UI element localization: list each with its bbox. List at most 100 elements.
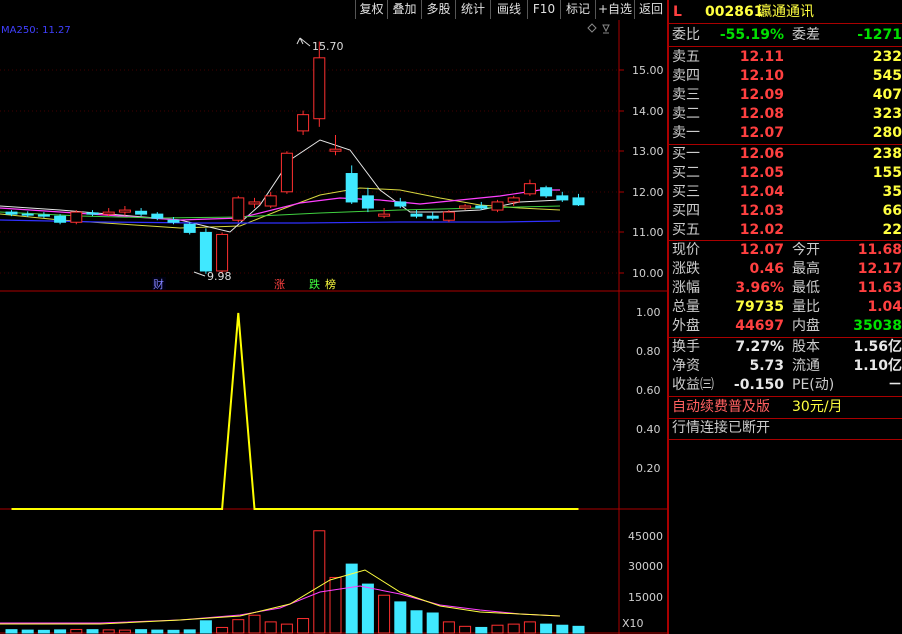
diamond-icon[interactable] (587, 23, 597, 33)
price-tick: 10.00 (632, 267, 664, 280)
toolbar-diejia-button[interactable]: 叠加 (387, 0, 421, 19)
volume-bar (86, 629, 99, 634)
stock-flag: L (673, 4, 682, 20)
volume-bar (394, 601, 407, 634)
candle-body[interactable] (54, 215, 67, 223)
candle-body[interactable] (248, 201, 261, 205)
connection-status: 行情连接已断开 (672, 420, 770, 436)
candle-body[interactable] (540, 187, 553, 197)
candle-body[interactable] (37, 214, 50, 217)
indicator-tick: 1.00 (636, 306, 661, 319)
volume-bar (135, 629, 148, 634)
candle-body[interactable] (297, 114, 310, 132)
toolbar-huaxian-button[interactable]: 画线 (490, 0, 527, 19)
candle-body[interactable] (232, 197, 245, 221)
promo-price[interactable]: 30元/月 (792, 398, 843, 417)
candle-body[interactable] (151, 213, 164, 219)
event-cai-marker[interactable]: 财 (153, 277, 164, 291)
candle-body[interactable] (491, 201, 504, 211)
candle-body[interactable] (118, 209, 131, 213)
volume-bar (118, 629, 131, 634)
volume-bar (313, 530, 326, 634)
candle-body[interactable] (459, 205, 472, 209)
candle-body[interactable] (410, 213, 423, 217)
triangle-down-icon[interactable] (602, 24, 610, 33)
toolbar-tongji-button[interactable]: 统计 (455, 0, 490, 19)
volume-tick: 45000 (628, 530, 663, 543)
volume-bar (426, 612, 439, 634)
indicator-tick: 0.60 (636, 384, 661, 397)
volume-bar (216, 626, 229, 634)
volume-bar (523, 621, 536, 634)
volume-bar (54, 629, 67, 634)
candle-body[interactable] (70, 211, 83, 223)
toolbar-biaoji-button[interactable]: 标记 (560, 0, 595, 19)
chart-toolbar: 复权 叠加 多股 统计 画线 F10 标记 +自选 返回 (0, 0, 667, 20)
candle-body[interactable] (329, 148, 342, 152)
volume-bar (475, 626, 488, 634)
svg-text:15.70: 15.70 (312, 40, 344, 53)
indicator-tick: 0.40 (636, 423, 661, 436)
toolbar-fuquan-button[interactable]: 复权 (355, 0, 387, 19)
indicator-tick: 0.80 (636, 345, 661, 358)
chart-area[interactable]: MA250: 11.27 15.00 14.00 13.00 12.00 11.… (0, 20, 667, 634)
indicator-line (11, 312, 579, 510)
candle-body[interactable] (572, 197, 585, 206)
volume-bar (232, 619, 245, 634)
promo-row[interactable]: 自动续费普及版 30元/月 (672, 398, 902, 417)
candle-body[interactable] (102, 211, 115, 215)
volume-bar (572, 625, 585, 634)
toolbar-duogu-button[interactable]: 多股 (421, 0, 455, 19)
candle-body[interactable] (475, 205, 488, 209)
sell-row: 卖一 12.07 280 (672, 125, 902, 141)
candle-body[interactable] (135, 210, 148, 215)
volume-series (5, 530, 585, 634)
fin-row: 收益㈢ -0.150 PE(动) － (672, 377, 902, 393)
candle-body[interactable] (378, 213, 391, 217)
event-bang-marker[interactable]: 榜 (325, 277, 336, 291)
price-tick: 11.00 (632, 226, 664, 239)
candle-body[interactable] (556, 195, 569, 201)
chart-settings-icons[interactable] (587, 23, 610, 34)
candle-body[interactable] (280, 152, 293, 193)
candle-body[interactable] (199, 231, 212, 272)
volume-ma-magenta (0, 585, 561, 624)
high-marker: 15.70 (296, 37, 344, 53)
candle-body[interactable] (183, 223, 196, 233)
volume-bar (329, 576, 342, 634)
candle-body[interactable] (361, 195, 374, 209)
toolbar-f10-button[interactable]: F10 (527, 0, 560, 19)
candle-body[interactable] (523, 183, 536, 195)
volume-tick: 30000 (628, 560, 663, 573)
volume-bar (5, 629, 18, 634)
candle-body[interactable] (21, 213, 34, 216)
stock-header: L 002861 瀛通通讯 (672, 3, 902, 22)
quote-row: 现价 12.07 今开 11.68 (672, 242, 902, 258)
candle-body[interactable] (86, 212, 99, 215)
event-zhang-marker[interactable]: 涨 (274, 278, 285, 291)
candle-body[interactable] (507, 197, 520, 203)
price-tick: 15.00 (632, 64, 664, 77)
toolbar-fanhui-button[interactable]: 返回 (634, 0, 667, 19)
low-marker: 9.98 (193, 270, 232, 283)
ma250-line (0, 219, 561, 224)
buy-row: 买三 12.04 35 (672, 184, 902, 200)
candle-body[interactable] (264, 195, 277, 207)
candle-body[interactable] (216, 233, 229, 272)
candle-body[interactable] (313, 57, 326, 120)
stock-name: 瀛通通讯 (758, 4, 814, 20)
volume-bar (151, 629, 164, 634)
sell-row: 卖二 12.08 323 (672, 106, 902, 122)
volume-bar (167, 629, 180, 634)
candle-body[interactable] (5, 211, 18, 215)
toolbar-zixuan-button[interactable]: +自选 (595, 0, 634, 19)
kline-chart[interactable]: MA250: 11.27 15.00 14.00 13.00 12.00 11.… (0, 20, 667, 634)
candle-body[interactable] (394, 201, 407, 207)
candle-body[interactable] (167, 219, 180, 223)
candle-body[interactable] (345, 173, 358, 203)
quote-row: 总量 79735 量比 1.04 (672, 299, 902, 315)
event-die-marker[interactable]: 跌 (309, 277, 320, 291)
candle-body[interactable] (442, 211, 455, 221)
promo-text[interactable]: 自动续费普及版 (672, 398, 770, 417)
candle-body[interactable] (426, 215, 439, 219)
